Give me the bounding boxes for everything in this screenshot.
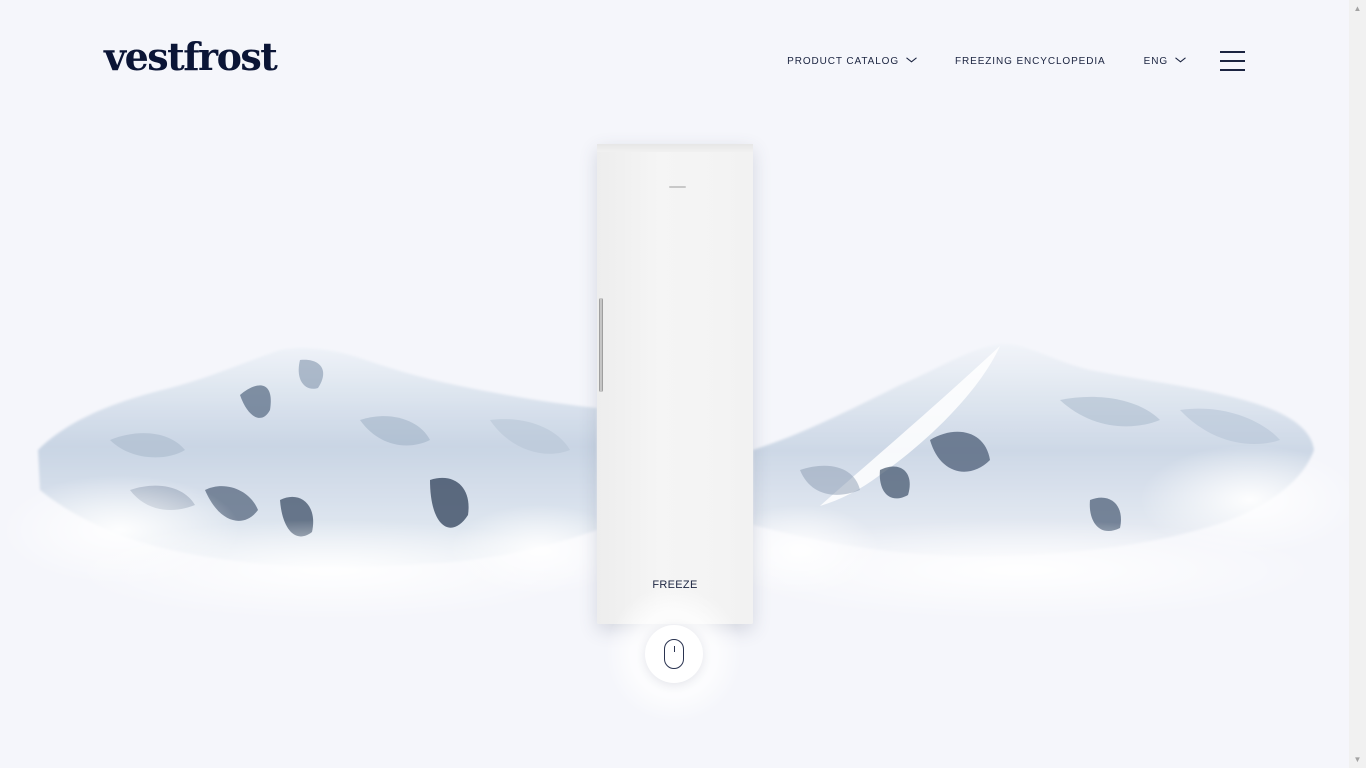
chevron-down-icon <box>906 56 917 62</box>
scrollbar-thumb[interactable] <box>1353 20 1362 745</box>
language-selector[interactable]: ENG <box>1144 56 1186 67</box>
mouse-wheel <box>673 646 675 652</box>
nav-product-catalog-label: PRODUCT CATALOG <box>787 55 900 67</box>
freezer-brand-badge <box>669 186 686 188</box>
freezer-door-handle <box>599 298 603 392</box>
mouse-scroll-icon <box>664 639 684 669</box>
language-selector-label: ENG <box>1143 55 1168 67</box>
freezer-product-image[interactable]: FREEZE <box>597 144 753 624</box>
main-nav: PRODUCT CATALOG FREEZING ENCYCLOPEDIA EN… <box>787 48 1245 74</box>
scroll-down-arrow-icon[interactable]: ▼ <box>1349 751 1366 768</box>
chevron-down-icon <box>1175 56 1186 62</box>
vestfrost-logo[interactable]: vestfrost <box>104 38 278 76</box>
scroll-down-button[interactable] <box>645 625 703 683</box>
nav-freezing-encyclopedia-label: FREEZING ENCYCLOPEDIA <box>955 55 1106 67</box>
page: vestfrost PRODUCT CATALOG FREEZING ENCYC… <box>0 0 1349 768</box>
nav-freezing-encyclopedia[interactable]: FREEZING ENCYCLOPEDIA <box>955 56 1106 67</box>
vertical-scrollbar[interactable]: ▲ ▼ <box>1349 0 1366 768</box>
nav-product-catalog[interactable]: PRODUCT CATALOG <box>787 56 917 67</box>
scroll-up-arrow-icon[interactable]: ▲ <box>1349 0 1366 17</box>
freezer-top-edge <box>597 144 753 152</box>
hamburger-icon[interactable] <box>1220 50 1245 72</box>
